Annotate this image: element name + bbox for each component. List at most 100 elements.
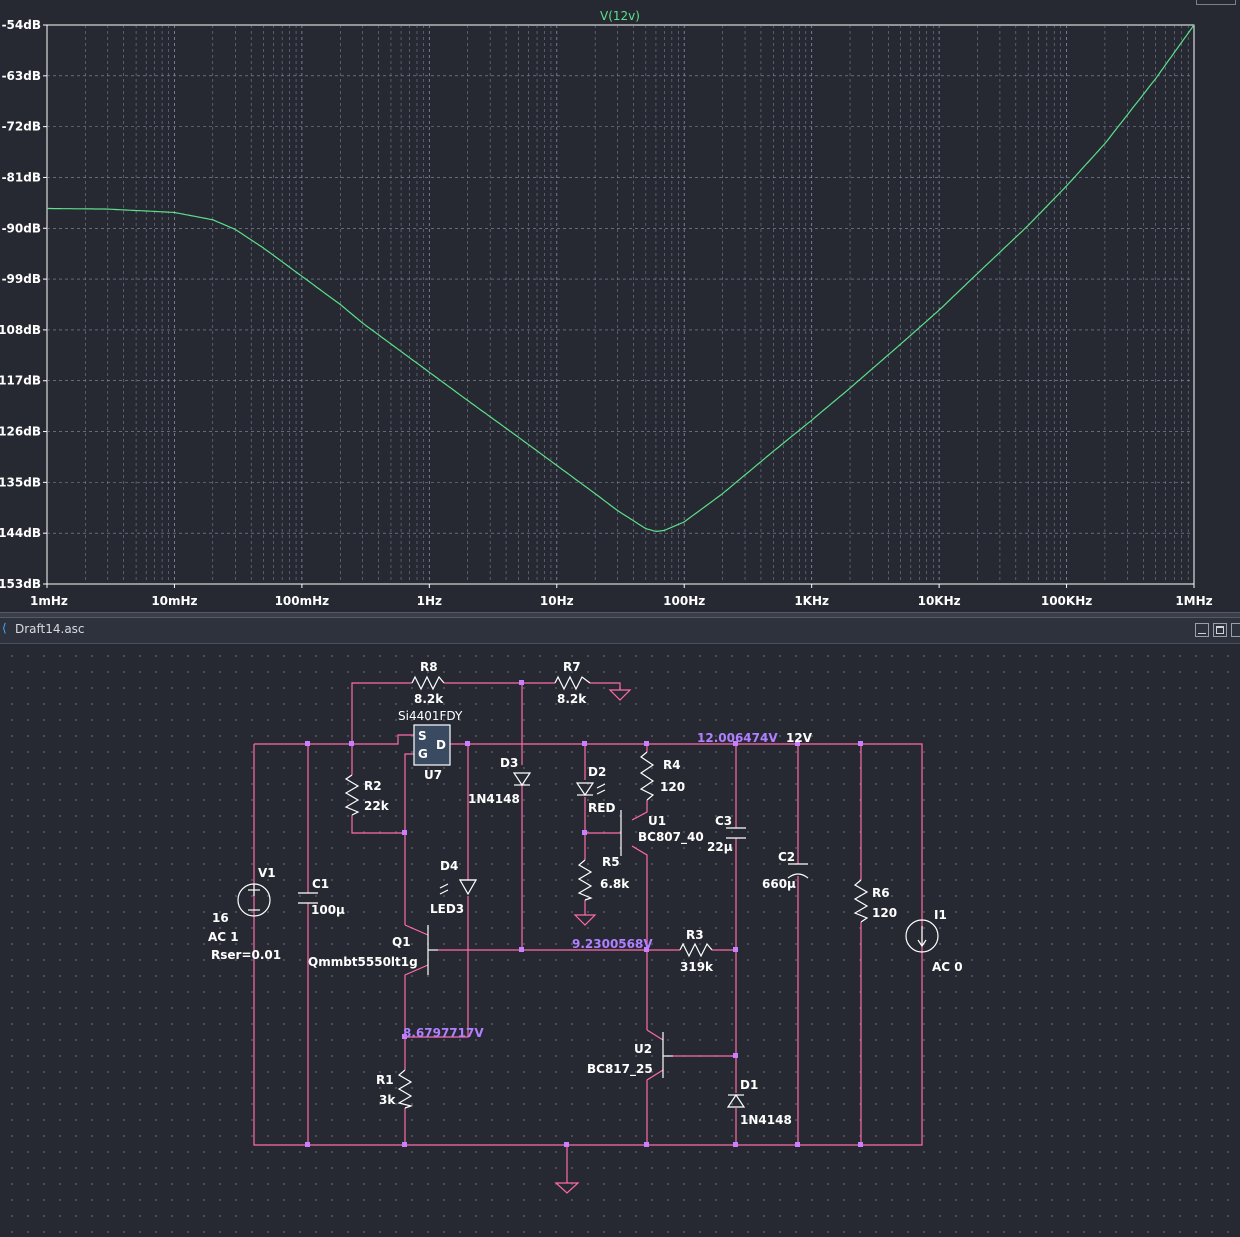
v1-ac[interactable]: AC 1 bbox=[208, 930, 239, 944]
trace-line-v12v[interactable] bbox=[47, 24, 1195, 533]
d2-led[interactable] bbox=[575, 782, 595, 797]
trace-title[interactable]: V(12v) bbox=[600, 9, 640, 23]
ground-icon bbox=[573, 914, 597, 926]
d4-name[interactable]: D4 bbox=[440, 859, 458, 873]
close-button[interactable] bbox=[1231, 623, 1240, 637]
x-tick-label: 100KHz bbox=[1041, 594, 1092, 608]
y-tick-label: -63dB bbox=[2, 69, 41, 83]
d4-value[interactable]: LED3 bbox=[430, 902, 464, 916]
r7-value[interactable]: 8.2k bbox=[557, 692, 587, 706]
schematic-window-title: Draft14.asc bbox=[15, 622, 85, 636]
schematic-file-icon: ⟨ bbox=[2, 621, 7, 635]
y-tick-label: 153dB bbox=[0, 577, 41, 591]
d4-led[interactable] bbox=[458, 879, 478, 896]
x-tick-label: 1mHz bbox=[30, 594, 68, 608]
u2-value[interactable]: BC817_25 bbox=[587, 1062, 653, 1077]
schematic-drawing[interactable]: R8 8.2k R7 8.2k Si4401FDY U7 S G D R2 22… bbox=[0, 644, 1240, 1233]
r5-value[interactable]: 6.8k bbox=[600, 877, 630, 891]
q1-value[interactable]: Qmmbt5550lt1g bbox=[308, 955, 418, 969]
r1-resistor[interactable] bbox=[397, 1069, 414, 1109]
i1-name[interactable]: I1 bbox=[934, 908, 947, 922]
r1-value[interactable]: 3k bbox=[379, 1093, 396, 1107]
r4-name[interactable]: R4 bbox=[663, 758, 681, 772]
node-voltage-12v[interactable]: 12.006474V bbox=[697, 731, 778, 745]
r2-value[interactable]: 22k bbox=[364, 799, 390, 813]
c1-name[interactable]: C1 bbox=[312, 877, 329, 891]
r4-resistor[interactable] bbox=[639, 751, 655, 801]
c2-name[interactable]: C2 bbox=[778, 850, 795, 864]
y-tick-label: 144dB bbox=[0, 526, 41, 540]
r7-resistor[interactable] bbox=[554, 675, 591, 691]
waveform-plot-pane[interactable]: -54dB -63dB -72dB -81dB -90dB -99dB 108dB 117dB… bbox=[0, 0, 1240, 612]
y-tick-label: -81dB bbox=[2, 170, 41, 184]
node-voltage-8v[interactable]: 8.6797717V bbox=[403, 1026, 484, 1040]
d1-name[interactable]: D1 bbox=[740, 1078, 758, 1092]
schematic-components[interactable] bbox=[237, 675, 939, 1109]
r8-resistor[interactable] bbox=[411, 675, 445, 691]
y-tick-label: 108dB bbox=[0, 323, 41, 337]
d1-diode[interactable] bbox=[726, 1093, 746, 1108]
y-tick-label: -72dB bbox=[2, 120, 41, 134]
maximize-button[interactable] bbox=[1213, 623, 1227, 637]
d3-value[interactable]: 1N4148 bbox=[468, 792, 520, 806]
r3-name[interactable]: R3 bbox=[686, 928, 704, 942]
r3-value[interactable]: 319k bbox=[680, 960, 714, 974]
plot-grid bbox=[47, 25, 1194, 584]
y-tick-label: -99dB bbox=[2, 272, 41, 286]
r3-resistor[interactable] bbox=[679, 942, 713, 958]
i1-value[interactable]: AC 0 bbox=[932, 960, 963, 974]
r8-value[interactable]: 8.2k bbox=[414, 692, 444, 706]
y-tick-label: -54dB bbox=[2, 18, 41, 32]
r4-value[interactable]: 120 bbox=[660, 780, 685, 794]
u7-part[interactable]: Si4401FDY bbox=[398, 709, 463, 723]
v1-name[interactable]: V1 bbox=[258, 866, 276, 880]
x-tick-label: 1MHz bbox=[1175, 594, 1212, 608]
plot-frame bbox=[46, 24, 1195, 585]
v1-rser[interactable]: Rser=0.01 bbox=[211, 948, 281, 962]
pane-restore-button[interactable] bbox=[1196, 0, 1236, 5]
ground-icon bbox=[608, 689, 632, 701]
c3-value[interactable]: 22µ bbox=[707, 840, 733, 854]
node-voltage-9v[interactable]: 9.2300568V bbox=[572, 937, 653, 951]
r6-value[interactable]: 120 bbox=[872, 906, 897, 920]
r6-name[interactable]: R6 bbox=[872, 886, 890, 900]
y-tick-label: 117dB bbox=[0, 374, 41, 388]
y-tick-label: 126dB bbox=[0, 425, 41, 439]
r8-name[interactable]: R8 bbox=[420, 660, 438, 674]
u2-name[interactable]: U2 bbox=[634, 1042, 652, 1056]
d3-name[interactable]: D3 bbox=[500, 756, 518, 770]
schematic-window-titlebar[interactable]: ⟨ Draft14.asc bbox=[0, 618, 1240, 644]
r5-name[interactable]: R5 bbox=[602, 855, 620, 869]
x-tick-label: 10KHz bbox=[918, 594, 961, 608]
schematic-wires[interactable] bbox=[253, 682, 923, 1183]
y-tick-label: -90dB bbox=[2, 221, 41, 235]
r1-name[interactable]: R1 bbox=[376, 1073, 394, 1087]
q1-name[interactable]: Q1 bbox=[392, 935, 411, 949]
r6-resistor[interactable] bbox=[853, 879, 869, 923]
c1-value[interactable]: 100µ bbox=[311, 903, 345, 917]
minimize-button[interactable] bbox=[1195, 623, 1209, 637]
u7-pin-g: G bbox=[418, 747, 428, 761]
u7-name[interactable]: U7 bbox=[424, 768, 442, 782]
component-labels: R8 8.2k R7 8.2k Si4401FDY U7 S G D R2 22… bbox=[208, 660, 963, 1127]
x-tick-label: 100mHz bbox=[275, 594, 330, 608]
u1-name[interactable]: U1 bbox=[648, 814, 666, 828]
v1-dc[interactable]: 16 bbox=[212, 911, 229, 925]
u1-value[interactable]: BC807_40 bbox=[638, 830, 704, 845]
x-tick-label: 100Hz bbox=[663, 594, 705, 608]
node-12v-label[interactable]: 12V bbox=[786, 731, 813, 745]
y-tick-label: 135dB bbox=[0, 475, 41, 489]
schematic-canvas[interactable]: R8 8.2k R7 8.2k Si4401FDY U7 S G D R2 22… bbox=[0, 644, 1240, 1233]
bode-plot[interactable]: -54dB -63dB -72dB -81dB -90dB -99dB 108dB 117dB… bbox=[0, 0, 1240, 612]
d1-value[interactable]: 1N4148 bbox=[740, 1113, 792, 1127]
r5-resistor[interactable] bbox=[577, 859, 593, 901]
d2-name[interactable]: D2 bbox=[588, 765, 606, 779]
c3-name[interactable]: C3 bbox=[715, 814, 732, 828]
r7-name[interactable]: R7 bbox=[563, 660, 581, 674]
d2-value[interactable]: RED bbox=[588, 801, 615, 815]
x-tick-label: 1KHz bbox=[794, 594, 829, 608]
r2-resistor[interactable] bbox=[344, 774, 360, 816]
r2-name[interactable]: R2 bbox=[364, 779, 382, 793]
d3-diode[interactable] bbox=[512, 772, 532, 787]
c2-value[interactable]: 660µ bbox=[762, 877, 796, 891]
